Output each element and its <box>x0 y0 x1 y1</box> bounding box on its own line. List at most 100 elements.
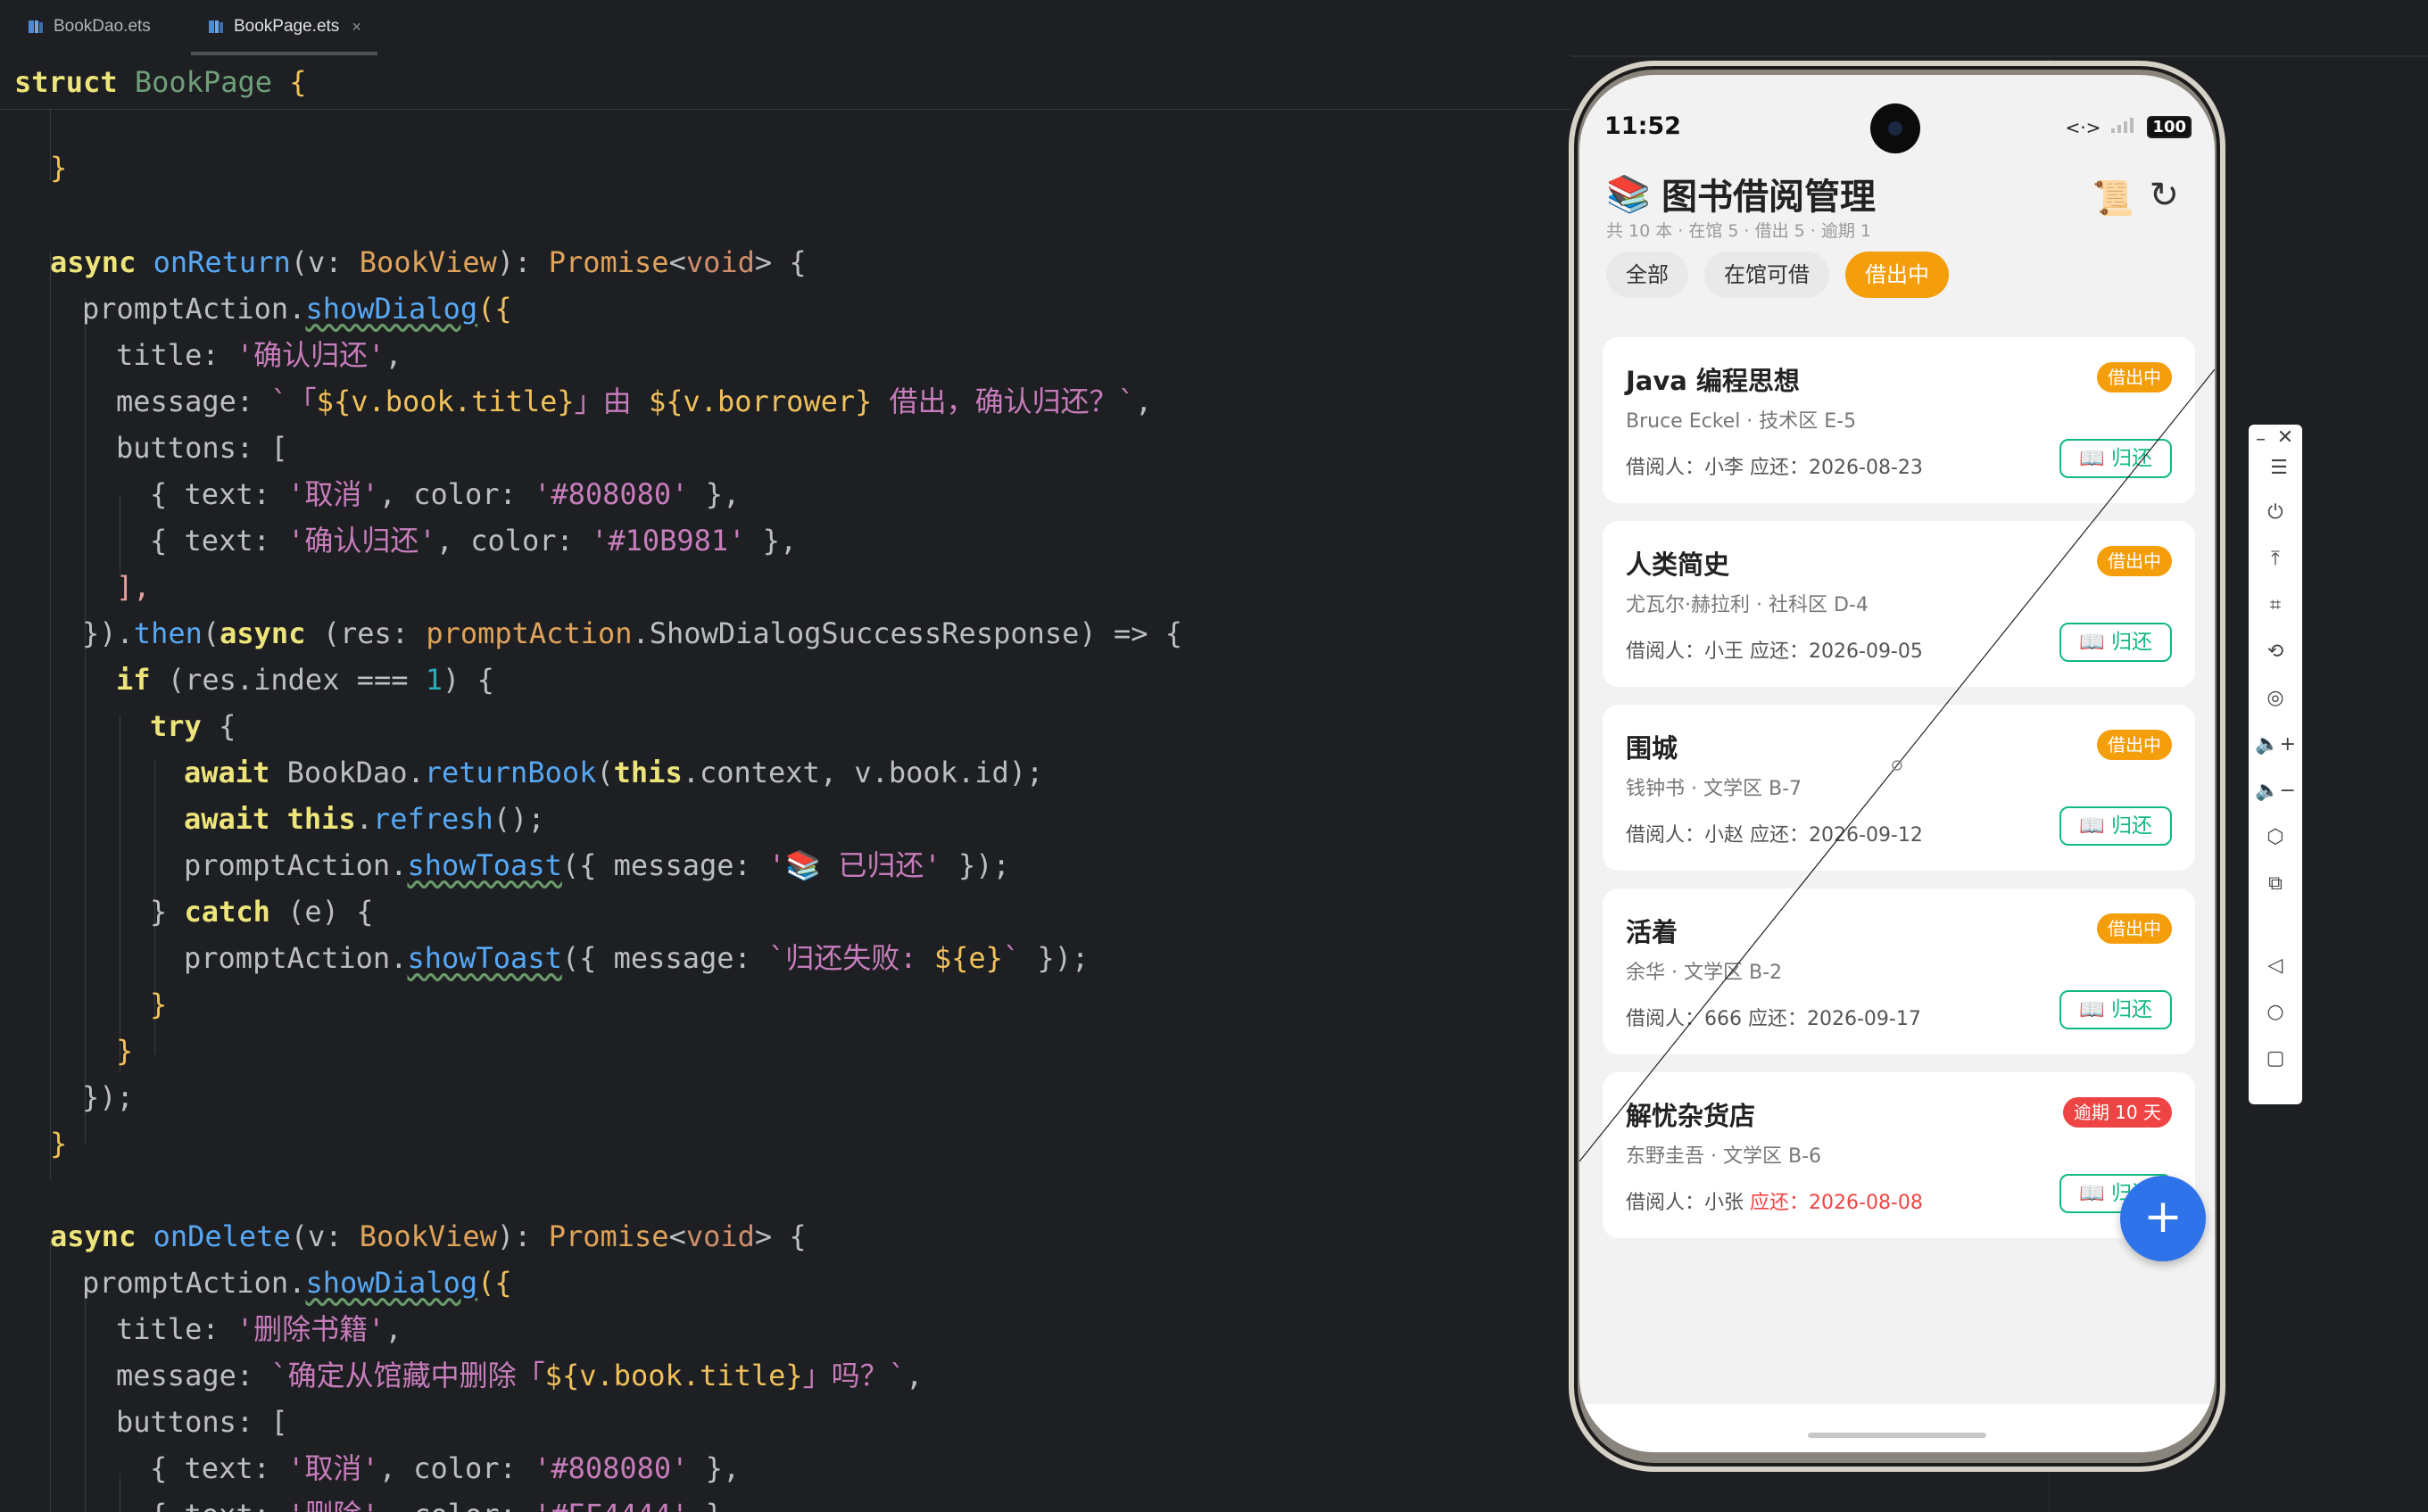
borrow-info: 借阅人：小王 应还：2026-09-05 <box>1626 635 1923 664</box>
borrow-info: 借阅人：小李 应还：2026-08-23 <box>1626 451 1923 480</box>
close-tab-icon[interactable]: × <box>352 18 361 37</box>
due-date: 应还：2026-08-23 <box>1750 457 1923 479</box>
signal-icon <box>2109 116 2138 138</box>
filter-chips: 全部 在馆可借 借出中 <box>1606 252 1949 298</box>
tab-bookpage[interactable]: BookPage.ets × <box>191 0 377 55</box>
book-card[interactable]: 活着 借出中 余华 · 文学区 B-2 借阅人：666 应还：2026-09-1… <box>1603 888 2195 1054</box>
code-line: { text: '删除', color: '#EF4444' }, <box>150 1491 740 1512</box>
code-line: { text: '取消', color: '#808080' }, <box>150 1451 741 1485</box>
borrow-info: 借阅人：小赵 应还：2026-09-12 <box>1626 819 1923 847</box>
status-badge: 借出中 <box>2097 913 2172 944</box>
status-badge: 借出中 <box>2097 730 2172 760</box>
due-date: 应还：2026-09-05 <box>1750 640 1923 663</box>
book-meta: Bruce Eckel · 技术区 E-5 <box>1626 410 1857 433</box>
code-line: } <box>150 987 168 1021</box>
status-badge: 借出中 <box>2097 362 2172 392</box>
borrower: 借阅人：小王 <box>1626 640 1744 663</box>
books-icon: 📚 <box>1606 174 1651 215</box>
overdue-badge: 逾期 10 天 <box>2062 1097 2172 1128</box>
recents-icon[interactable]: ▢ <box>2249 1047 2302 1070</box>
volume-up-icon[interactable]: 🔈+ <box>2249 733 2302 756</box>
emulator-toolbar: – ✕ ☰ ⏻ ⤒ ⌗ ⟲ ◎ 🔈+ 🔈− ⬡ ⧉ ◁ ○ ▢ <box>2249 425 2302 1104</box>
book-card[interactable]: Java 编程思想 借出中 Bruce Eckel · 技术区 E-5 借阅人：… <box>1603 337 2195 503</box>
power-icon[interactable]: ⏻ <box>2249 501 2302 524</box>
code-line: message: `「${v.book.title}」由 ${v.borrowe… <box>116 384 1153 418</box>
refresh-icon[interactable]: ↻ <box>2149 175 2179 216</box>
file-icon <box>27 18 45 36</box>
filter-all[interactable]: 全部 <box>1606 252 1688 298</box>
tab-bookdao[interactable]: BookDao.ets <box>27 0 151 54</box>
code-line: } <box>116 1034 134 1068</box>
code-line: } catch (e) { <box>150 895 374 929</box>
menu-icon[interactable]: ☰ <box>2252 457 2306 479</box>
add-book-button[interactable]: + <box>2120 1176 2206 1261</box>
code-line: { text: '取消', color: '#808080' }, <box>150 477 741 511</box>
code-line: title: '删除书籍', <box>116 1312 402 1346</box>
code-line: promptAction.showToast({ message: '📚 已归还… <box>184 848 1010 882</box>
book-card[interactable]: 围城 借出中 钱钟书 · 文学区 B-7 借阅人：小赵 应还：2026-09-1… <box>1603 705 2195 871</box>
due-date: 应还：2026-08-08 <box>1750 1192 1923 1214</box>
book-title: 活着 <box>1626 917 1678 947</box>
upload-icon[interactable]: ⤒ <box>2249 548 2302 570</box>
code-line: buttons: [ <box>116 1405 288 1439</box>
filter-borrowed[interactable]: 借出中 <box>1845 252 1949 298</box>
phone-screen[interactable]: 11:52 <·> 100 📚 图书借阅管理 共 10 本 · 在馆 5 · 借… <box>1579 75 2215 1452</box>
book-meta: 余华 · 文学区 B-2 <box>1626 962 1783 984</box>
borrow-info: 借阅人：666 应还：2026-09-17 <box>1626 1003 1921 1031</box>
code-line: try { <box>150 709 236 743</box>
code-editor[interactable]: struct BookPage { } async onReturn(v: Bo… <box>0 55 1570 1512</box>
tab-label: BookPage.ets <box>234 17 340 36</box>
home-indicator[interactable] <box>1808 1433 1986 1438</box>
location-icon[interactable]: ◎ <box>2249 687 2302 709</box>
status-time: 11:52 <box>1604 112 1681 140</box>
book-meta: 钱钟书 · 文学区 B-7 <box>1626 778 1802 800</box>
code-line: title: '确认归还', <box>116 338 402 372</box>
code-line: }).then(async (res: promptAction.ShowDia… <box>82 616 1182 650</box>
return-button[interactable]: 📖 归还 <box>2059 623 2172 662</box>
borrower: 借阅人：666 <box>1626 1008 1742 1030</box>
code-line: { text: '确认归还', color: '#10B981' }, <box>150 524 798 558</box>
book-card[interactable]: 解忧杂货店 逾期 10 天 东野圭吾 · 文学区 B-6 借阅人：小张 应还：2… <box>1603 1072 2195 1238</box>
status-bar: 11:52 <·> 100 <box>1579 75 2215 153</box>
page-title: 图书借阅管理 <box>1661 177 1876 218</box>
code-line: promptAction.showDialog({ <box>82 292 512 326</box>
return-button[interactable]: 📖 归还 <box>2059 990 2172 1029</box>
back-icon[interactable]: ◁ <box>2249 954 2302 977</box>
rotate-icon[interactable]: ⟲ <box>2249 640 2302 663</box>
book-meta: 东野圭吾 · 文学区 B-6 <box>1626 1145 1822 1168</box>
crop-icon[interactable]: ⌗ <box>2249 594 2302 616</box>
borrow-info: 借阅人：小张 应还：2026-08-08 <box>1626 1186 1923 1215</box>
borrower: 借阅人：小李 <box>1626 457 1744 479</box>
code-line: if (res.index === 1) { <box>116 663 494 697</box>
return-button[interactable]: 📖 归还 <box>2059 806 2172 846</box>
screenshot-icon[interactable]: ⧉ <box>2249 872 2302 895</box>
code-line: promptAction.showDialog({ <box>82 1266 512 1300</box>
bottom-navigation-area <box>1579 1404 2215 1452</box>
code-line: } <box>50 1127 68 1161</box>
return-button[interactable]: 📖 归还 <box>2059 439 2172 478</box>
book-title: 解忧杂货店 <box>1626 1101 1756 1131</box>
file-icon <box>207 18 225 36</box>
filter-available[interactable]: 在馆可借 <box>1704 252 1829 298</box>
data-transfer-icon: <·> <box>2065 116 2101 138</box>
sticky-header: struct BookPage { <box>0 55 1570 110</box>
scroll-icon[interactable]: 📜 <box>2092 178 2134 219</box>
book-title: 人类简史 <box>1626 549 1730 580</box>
code-line: buttons: [ <box>116 431 288 465</box>
book-title: Java 编程思想 <box>1626 366 1800 396</box>
tab-label: BookDao.ets <box>54 17 151 36</box>
book-card[interactable]: 人类简史 借出中 尤瓦尔·赫拉利 · 社科区 D-4 借阅人：小王 应还：202… <box>1603 521 2195 687</box>
book-meta: 尤瓦尔·赫拉利 · 社科区 D-4 <box>1626 594 1869 616</box>
home-icon[interactable]: ○ <box>2249 1001 2302 1023</box>
due-date: 应还：2026-09-17 <box>1748 1008 1921 1030</box>
battery-icon: 100 <box>2147 116 2192 138</box>
close-icon[interactable]: ✕ <box>2272 426 2299 449</box>
shake-icon[interactable]: ⬡ <box>2249 826 2302 848</box>
code-line: }); <box>82 1080 134 1114</box>
code-line: promptAction.showToast({ message: `归还失败:… <box>184 941 1090 975</box>
code-line: ], <box>116 570 151 604</box>
code-line: await this.refresh(); <box>184 802 545 836</box>
code-line: async onDelete(v: BookView): Promise<voi… <box>50 1219 807 1253</box>
code-line: async onReturn(v: BookView): Promise<voi… <box>50 245 807 279</box>
volume-down-icon[interactable]: 🔈− <box>2249 780 2302 802</box>
